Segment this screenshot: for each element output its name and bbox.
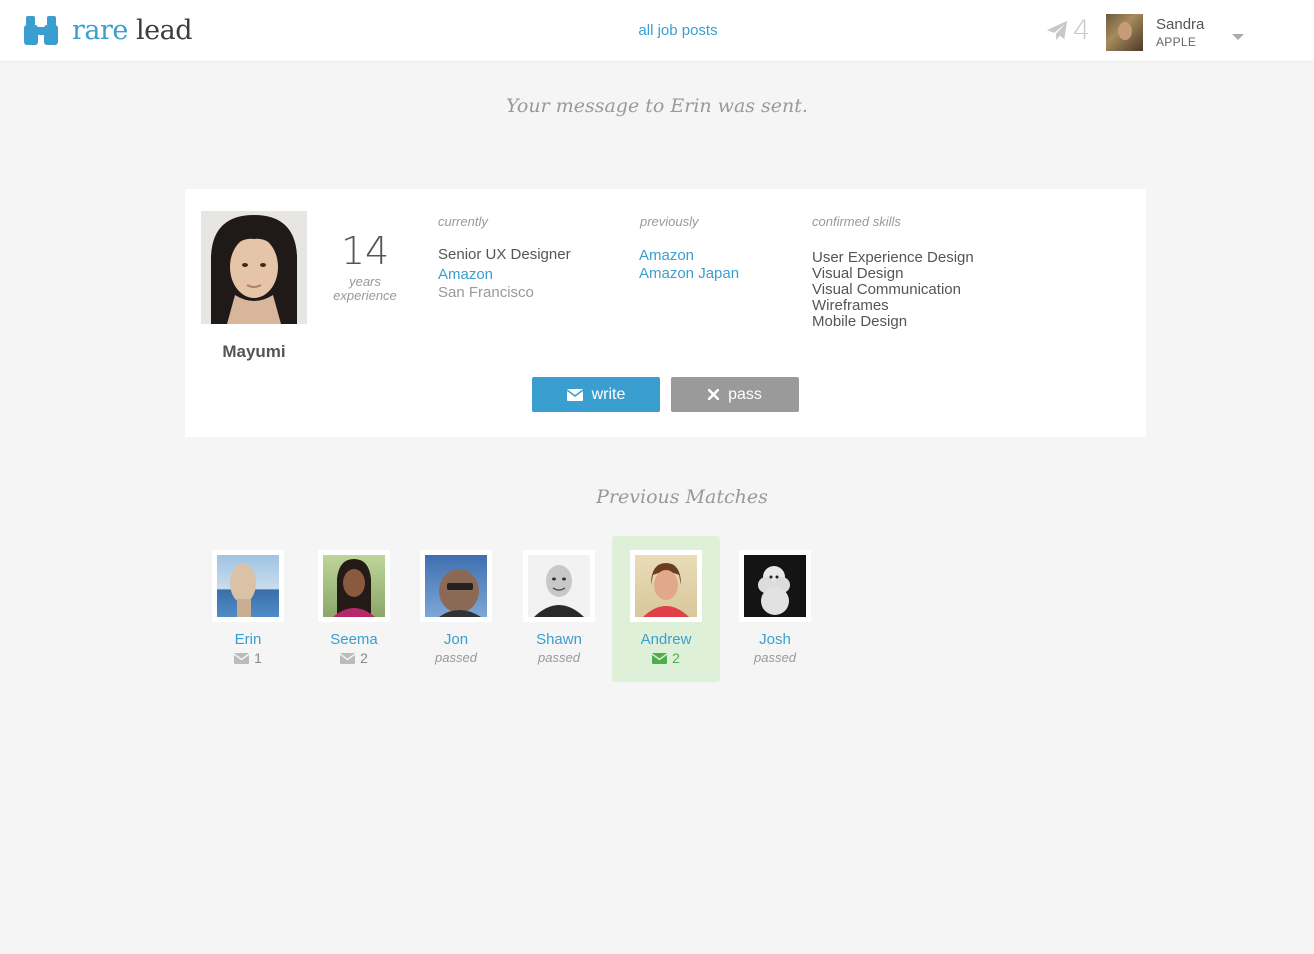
- user-avatar[interactable]: [1106, 14, 1143, 51]
- candidate-card: Mayumi 14 years experience currently Sen…: [185, 189, 1146, 437]
- match-thumbnail: [318, 550, 390, 622]
- match-status: passed: [754, 650, 796, 665]
- match-item-shawn[interactable]: Shawn passed: [505, 536, 613, 682]
- skill-item: Mobile Design: [812, 313, 908, 330]
- match-thumbnail: [420, 550, 492, 622]
- match-name: Erin: [234, 631, 262, 648]
- match-name: Andrew: [640, 631, 692, 648]
- skill-item: Wireframes: [812, 297, 889, 314]
- match-count-value: 2: [672, 650, 680, 666]
- match-name: Shawn: [536, 631, 582, 648]
- match-name: Josh: [759, 631, 791, 648]
- envelope-icon: [340, 652, 356, 664]
- envelope-icon: [566, 388, 583, 401]
- paper-plane-icon: [1046, 20, 1068, 40]
- messages-indicator[interactable]: 4: [1046, 15, 1090, 46]
- write-label: write: [591, 385, 626, 403]
- write-button[interactable]: write: [532, 377, 660, 412]
- logo-lead: lead: [135, 14, 193, 46]
- message-count: 4: [1073, 15, 1091, 46]
- skill-item: Visual Design: [812, 265, 904, 282]
- match-item-josh[interactable]: Josh passed: [721, 536, 829, 682]
- match-item-jon[interactable]: Jon passed: [402, 536, 510, 682]
- match-item-erin[interactable]: Erin 1: [194, 536, 302, 682]
- match-thumbnail: [523, 550, 595, 622]
- top-bar: rare lead all job posts 4 Sandra APPLE: [0, 0, 1314, 62]
- previous-company-link[interactable]: Amazon: [639, 247, 694, 264]
- envelope-icon: [652, 652, 668, 664]
- match-thumbnail: [212, 550, 284, 622]
- candidate-photo: [201, 211, 307, 324]
- chevron-down-icon[interactable]: [1232, 34, 1244, 40]
- match-status: passed: [538, 650, 580, 665]
- currently-heading: currently: [438, 214, 488, 229]
- current-location: San Francisco: [438, 284, 534, 301]
- experience-label: experience: [333, 288, 397, 303]
- close-icon: [708, 389, 720, 400]
- match-thumbnail: [630, 550, 702, 622]
- user-company: APPLE: [1156, 35, 1197, 49]
- match-name: Jon: [443, 631, 469, 648]
- sent-notice: Your message to Erin was sent.: [506, 95, 808, 117]
- match-name: Seema: [330, 631, 378, 648]
- user-name: Sandra: [1156, 16, 1205, 33]
- years-experience-number: 14: [340, 229, 390, 273]
- match-status: passed: [435, 650, 477, 665]
- skill-item: User Experience Design: [812, 249, 974, 266]
- pass-label: pass: [728, 385, 762, 403]
- previously-heading: previously: [640, 214, 699, 229]
- pass-button[interactable]: pass: [671, 377, 799, 412]
- previous-company-link[interactable]: Amazon Japan: [639, 265, 739, 282]
- match-message-count: 2: [612, 650, 720, 666]
- match-message-count: 1: [194, 650, 302, 666]
- match-count-value: 1: [254, 650, 262, 666]
- logo[interactable]: rare lead: [24, 13, 192, 47]
- envelope-icon: [234, 652, 250, 664]
- all-job-posts-link[interactable]: all job posts: [600, 22, 756, 39]
- current-title: Senior UX Designer: [438, 246, 571, 263]
- current-company-link[interactable]: Amazon: [438, 266, 493, 283]
- match-message-count: 2: [300, 650, 408, 666]
- binoculars-icon: [24, 16, 58, 45]
- logo-rare: rare: [72, 14, 128, 46]
- skills-heading: confirmed skills: [812, 214, 901, 229]
- match-thumbnail: [739, 550, 811, 622]
- match-count-value: 2: [360, 650, 368, 666]
- previous-matches-title: Previous Matches: [596, 486, 768, 508]
- logo-text: rare lead: [72, 15, 192, 46]
- match-item-andrew[interactable]: Andrew 2: [612, 536, 720, 682]
- match-item-seema[interactable]: Seema 2: [300, 536, 408, 682]
- skill-item: Visual Communication: [812, 281, 961, 298]
- years-label: years: [349, 274, 381, 289]
- candidate-name: Mayumi: [222, 342, 286, 361]
